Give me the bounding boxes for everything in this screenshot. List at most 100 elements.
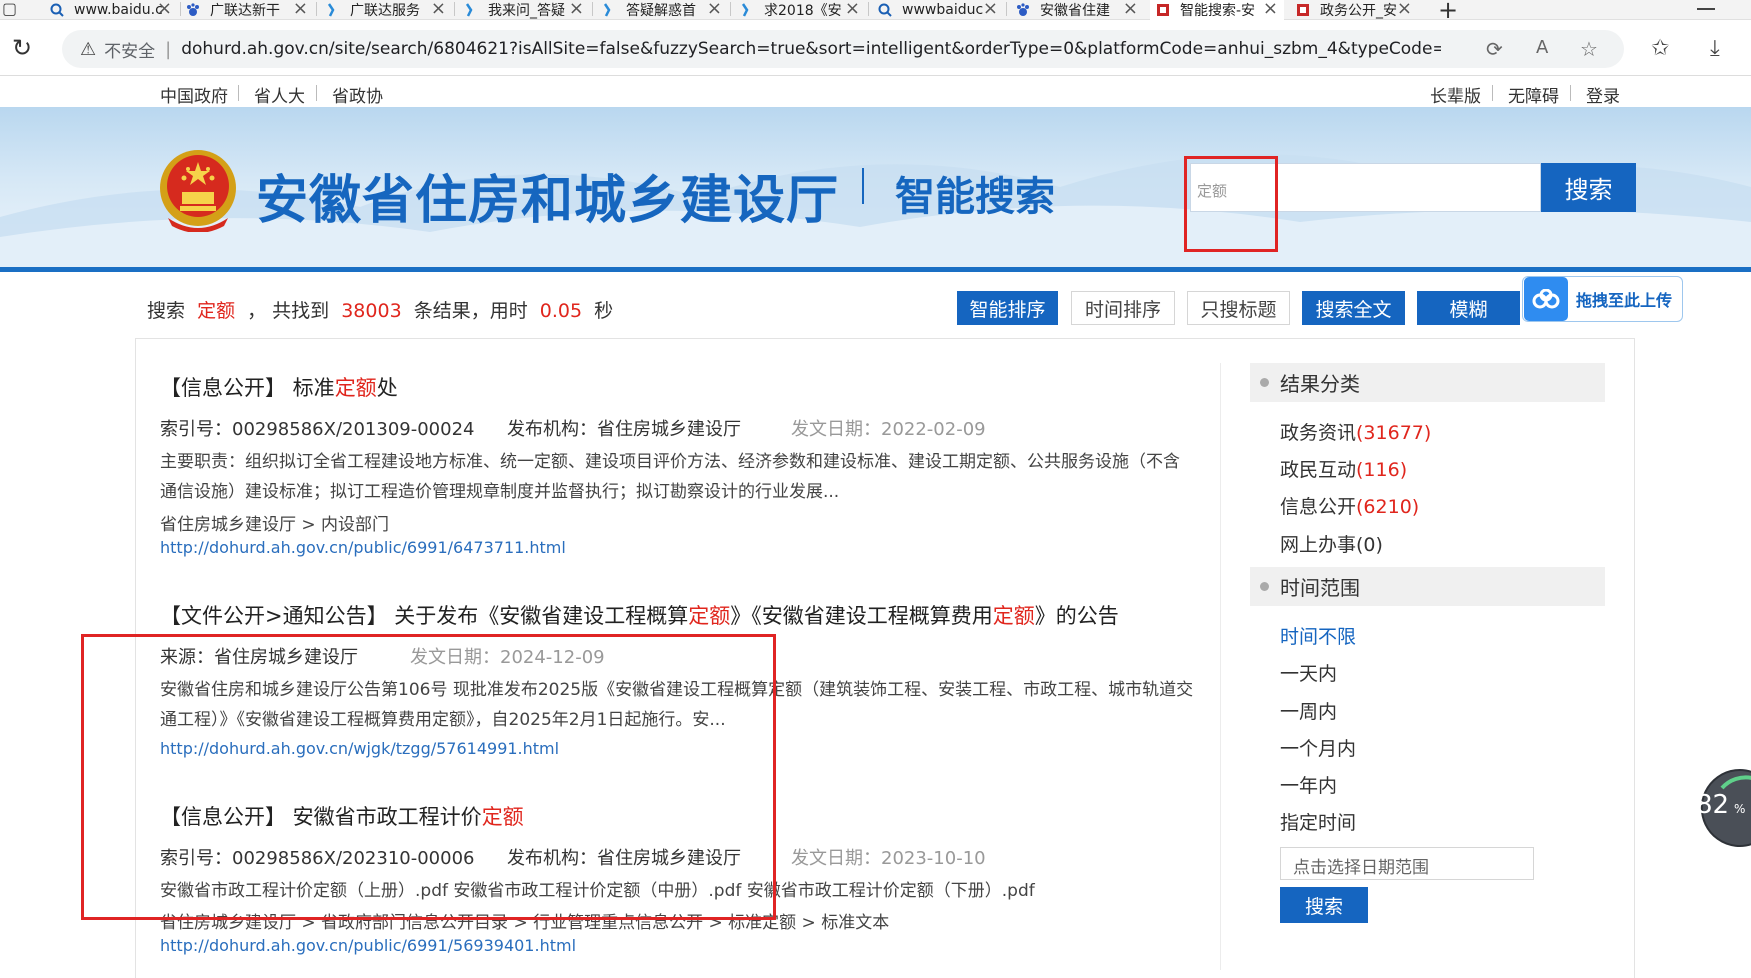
tab-title: wwwbaiduc (902, 2, 984, 18)
browser-tab[interactable]: 求2018《安 × (740, 0, 866, 20)
title-highlight: 定额 (992, 604, 1035, 628)
refresh-icon[interactable]: ↻ (12, 34, 32, 62)
warning-icon[interactable]: ⚠ (80, 39, 96, 60)
browser-tab[interactable]: 我来问_答疑 × (464, 0, 590, 20)
gov-site-icon (1156, 3, 1170, 17)
minimize-icon[interactable] (1697, 8, 1715, 10)
sort-time-button[interactable]: 时间排序 (1071, 291, 1175, 325)
close-icon[interactable]: × (1397, 0, 1412, 19)
bullet-icon (1260, 582, 1269, 591)
close-icon[interactable]: × (845, 0, 860, 19)
time-option-custom[interactable]: 指定时间 (1280, 808, 1356, 835)
tab-title: www.baidu.c (74, 2, 163, 18)
browser-tab[interactable]: www.baidu.c × (50, 0, 178, 20)
result-title-link[interactable]: 【文件公开>通知公告】 关于发布《安徽省建设工程概算定额》《安徽省建设工程概算费… (160, 600, 1119, 630)
site-subtitle: 智能搜索 (895, 174, 1055, 220)
category-item[interactable]: 信息公开(6210) (1280, 492, 1419, 519)
time-option-year[interactable]: 一年内 (1280, 771, 1337, 798)
tab-divider (730, 2, 731, 16)
tab-divider (592, 2, 593, 16)
guanglianda-icon (326, 3, 340, 17)
time-option-day[interactable]: 一天内 (1280, 659, 1337, 686)
tab-title: 广联达服务 (350, 3, 420, 19)
close-icon[interactable]: × (569, 0, 584, 19)
tab-divider (180, 2, 181, 16)
title-divider (862, 168, 864, 204)
baidu-paw-icon (1016, 3, 1030, 17)
tab-actions-icon[interactable]: ▢ (2, 0, 17, 18)
link-accessibility[interactable]: 无障碍 (1508, 82, 1559, 107)
divider (1570, 85, 1571, 101)
category-count: (6210) (1356, 496, 1420, 518)
performance-gauge-widget[interactable]: 82 % (1682, 768, 1751, 848)
category-label: 信息公开 (1280, 496, 1357, 518)
close-icon[interactable]: × (983, 0, 998, 19)
result-url-link[interactable]: http://dohurd.ah.gov.cn/public/6991/6473… (160, 538, 566, 557)
sidebar-search-button[interactable]: 搜索 (1280, 887, 1368, 923)
browser-tab[interactable]: 广联达服务 × (326, 0, 452, 20)
title-text: 【信息公开】 标准 (160, 376, 335, 400)
date-range-input[interactable]: 点击选择日期范围 (1280, 847, 1534, 880)
browser-tab[interactable]: 安徽省住建 × (1016, 0, 1144, 20)
tab-title: 我来问_答疑 (488, 3, 565, 19)
link-login[interactable]: 登录 (1586, 82, 1620, 107)
downloads-icon[interactable]: ⤓ (1710, 36, 1720, 61)
link-central-gov[interactable]: 中国政府 (160, 82, 228, 107)
address-divider: | (165, 38, 172, 60)
favorite-star-icon[interactable]: ☆ (1580, 37, 1598, 61)
close-icon[interactable]: × (707, 0, 722, 19)
category-item[interactable]: 网上办事(0) (1280, 530, 1383, 557)
url-text[interactable]: dohurd.ah.gov.cn/site/search/6804621?isA… (181, 39, 1441, 59)
time-option-month[interactable]: 一个月内 (1280, 734, 1356, 761)
summary-prefix: 搜索 (147, 300, 186, 322)
summary-found-label: ， 共找到 (247, 300, 330, 322)
close-icon[interactable]: × (1123, 0, 1138, 19)
browser-tab[interactable]: 广联达新干 × (186, 0, 314, 20)
title-only-button[interactable]: 只搜标题 (1187, 291, 1290, 325)
browser-tab-active[interactable]: 智能搜索-安 × (1150, 0, 1284, 20)
category-label: 政民互动 (1280, 459, 1357, 481)
summary-count: 38003 (341, 300, 402, 322)
divider (1492, 85, 1493, 101)
drag-upload-widget[interactable]: 拖拽至此上传 (1522, 276, 1683, 322)
read-aloud-icon[interactable]: A (1536, 37, 1548, 58)
close-icon[interactable]: × (157, 0, 172, 19)
link-elder-mode[interactable]: 长辈版 (1430, 82, 1481, 107)
panel-divider (1220, 363, 1221, 970)
title-text: 【文件公开>通知公告】 关于发布《安徽省建设工程概算 (160, 604, 689, 628)
result-title-link[interactable]: 【信息公开】 标准定额处 (160, 372, 398, 402)
close-icon[interactable]: × (293, 0, 308, 19)
close-icon[interactable]: × (1263, 0, 1278, 19)
result-date: 发文日期：2023-10-10 (791, 848, 986, 869)
divider (316, 85, 317, 101)
address-bar[interactable]: ⚠ 不安全 | dohurd.ah.gov.cn/site/search/680… (62, 30, 1624, 68)
time-option-any[interactable]: 时间不限 (1280, 622, 1356, 649)
favorites-icon[interactable]: ✩ (1651, 36, 1669, 61)
site-title: 安徽省住房和城乡建设厅 (256, 171, 840, 231)
full-text-button[interactable]: 搜索全文 (1302, 291, 1405, 325)
summary-unit: 秒 (594, 300, 614, 322)
security-label[interactable]: 不安全 (104, 37, 155, 62)
search-button[interactable]: 搜索 (1541, 163, 1636, 212)
sort-intelligent-button[interactable]: 智能排序 (957, 291, 1058, 325)
browser-tab[interactable]: 答疑解惑首 × (602, 0, 728, 20)
link-provincial-cppcc[interactable]: 省政协 (332, 82, 383, 107)
result-url-link[interactable]: http://dohurd.ah.gov.cn/public/6991/5693… (160, 936, 576, 955)
upload-label: 拖拽至此上传 (1576, 291, 1673, 310)
fuzzy-button[interactable]: 模糊 (1417, 291, 1520, 325)
close-icon[interactable]: × (431, 0, 446, 19)
gauge-percent-sign: % (1734, 802, 1746, 816)
browser-tab[interactable]: 政务公开_安 × (1290, 0, 1418, 20)
category-item[interactable]: 政民互动(116) (1280, 455, 1407, 482)
annotation-box-results (81, 634, 776, 920)
tab-title: 求2018《安 (764, 3, 842, 19)
time-option-week[interactable]: 一周内 (1280, 697, 1337, 724)
translate-icon[interactable]: ⟳ (1486, 37, 1503, 61)
search-icon (878, 3, 892, 17)
browser-tab[interactable]: wwwbaiduc × (878, 0, 1004, 20)
browser-tab-bar: ▢ www.baidu.c × 广联达新干 × 广联达服务 × 我来问_答疑 ×… (0, 0, 1751, 24)
divider (238, 85, 239, 101)
result-index-number: 索引号：00298586X/201309-00024 (160, 419, 475, 440)
category-item[interactable]: 政务资讯(31677) (1280, 418, 1431, 445)
link-provincial-congress[interactable]: 省人大 (254, 82, 305, 107)
